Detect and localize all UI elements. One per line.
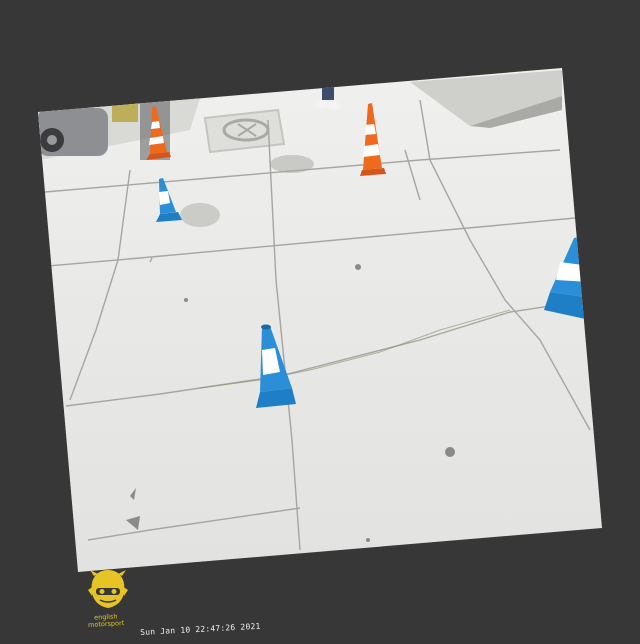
photo-scene [38,68,602,572]
stain [180,203,220,227]
manhole-cover [203,108,286,154]
pavement-surface [38,68,602,572]
rotated-photo [0,0,640,640]
